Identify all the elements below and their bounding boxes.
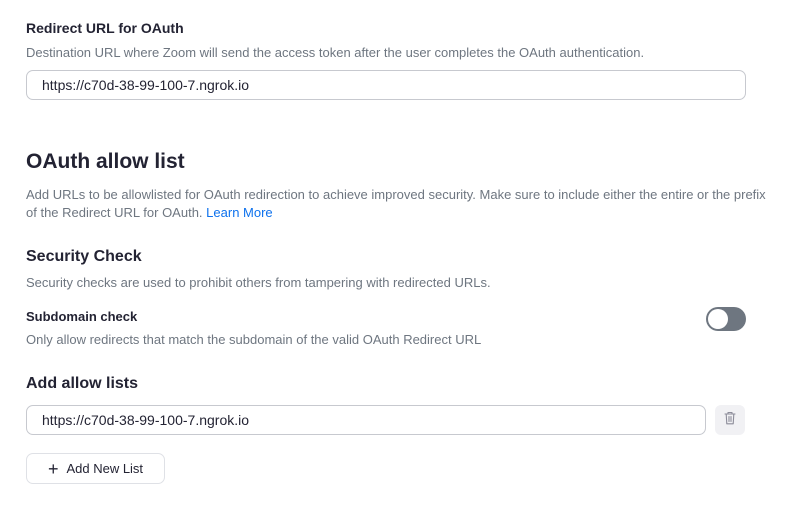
learn-more-link[interactable]: Learn More	[206, 205, 272, 220]
security-check-description: Security checks are used to prohibit oth…	[26, 275, 491, 290]
delete-allow-list-button[interactable]	[715, 405, 745, 435]
plus-icon: +	[47, 458, 59, 479]
oauth-allow-list-description: Add URLs to be allowlisted for OAuth red…	[26, 186, 766, 222]
oauth-allow-list-heading: OAuth allow list	[26, 150, 185, 173]
redirect-url-description: Destination URL where Zoom will send the…	[26, 45, 645, 60]
toggle-knob	[708, 309, 728, 329]
redirect-url-title: Redirect URL for OAuth	[26, 20, 184, 36]
subdomain-check-description: Only allow redirects that match the subd…	[26, 332, 482, 347]
oauth-settings-panel: Redirect URL for OAuth Destination URL w…	[0, 0, 806, 528]
allow-list-url-input[interactable]: https://c70d-38-99-100-7.ngrok.io	[26, 405, 706, 435]
subdomain-check-toggle[interactable]	[706, 307, 746, 331]
add-new-list-label: Add New List	[66, 461, 144, 476]
security-check-heading: Security Check	[26, 248, 142, 265]
allow-list-description-text: Add URLs to be allowlisted for OAuth red…	[26, 187, 766, 220]
redirect-url-input[interactable]: https://c70d-38-99-100-7.ngrok.io	[26, 70, 746, 100]
subdomain-check-title: Subdomain check	[26, 309, 138, 324]
add-new-list-button[interactable]: + Add New List	[26, 453, 165, 484]
trash-icon	[724, 411, 736, 430]
add-allow-lists-heading: Add allow lists	[26, 375, 139, 392]
